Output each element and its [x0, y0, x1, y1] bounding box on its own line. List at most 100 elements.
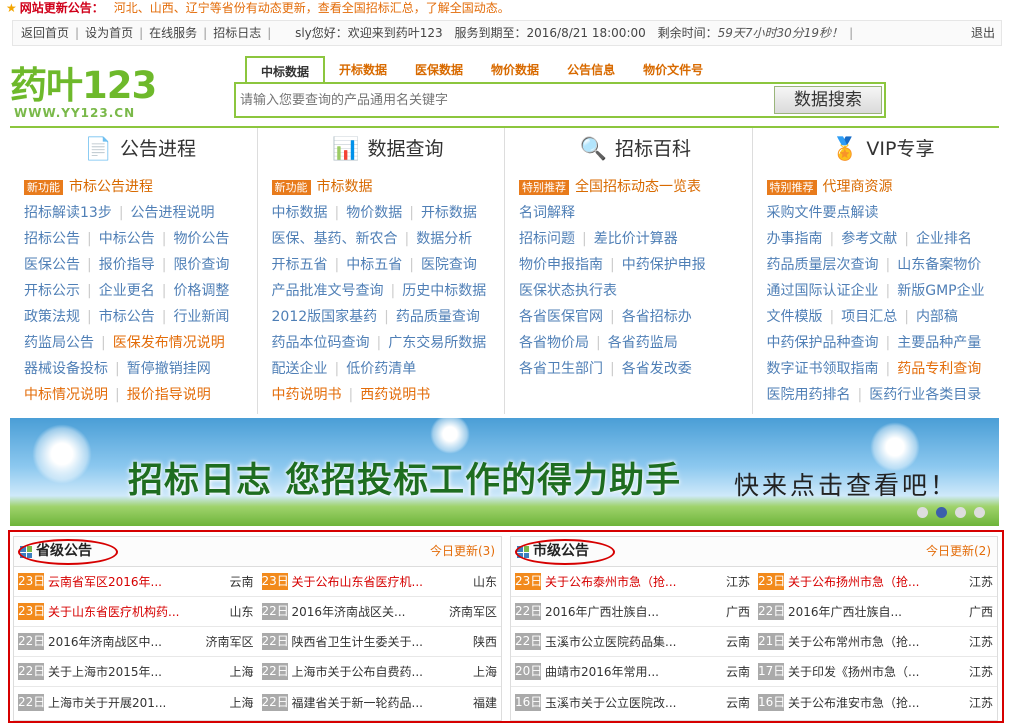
carousel-dot[interactable] — [955, 507, 966, 518]
nav-link[interactable]: 招标问题 — [519, 231, 575, 247]
nav-link[interactable]: 医药行业各类目录 — [869, 387, 981, 403]
nav-link[interactable]: 各省发改委 — [622, 361, 692, 377]
carousel-dot-active[interactable] — [936, 507, 947, 518]
notice-title-link[interactable]: 关于公布扬州市急（抢... — [788, 573, 965, 590]
notice-item[interactable]: 23日 关于山东省医疗机构药... 山东 — [14, 603, 258, 620]
nav-link[interactable]: 药品专利查询 — [897, 361, 981, 377]
nav-link[interactable]: 医保发布情况说明 — [113, 335, 225, 351]
nav-link[interactable]: 中药保护申报 — [622, 257, 706, 273]
home-link[interactable]: 返回首页 — [21, 26, 69, 40]
column-title[interactable]: 公告进程 — [120, 138, 196, 160]
notice-title-link[interactable]: 玉溪市公立医院药品集... — [545, 633, 722, 650]
nav-link[interactable]: 招标公告 — [24, 231, 80, 247]
bid-log-link[interactable]: 招标日志 — [213, 26, 261, 40]
notice-item[interactable]: 22日 上海市关于开展201... 上海 — [14, 693, 258, 711]
notice-title-link[interactable]: 陕西省卫生计生委关于... — [292, 633, 469, 650]
nav-link[interactable]: 西药说明书 — [360, 387, 430, 403]
notice-item[interactable]: 22日 2016年济南战区关... 济南军区 — [258, 603, 502, 620]
nav-link[interactable]: 文件模版 — [767, 309, 823, 325]
nav-link[interactable]: 中标情况说明 — [24, 387, 108, 403]
nav-link[interactable]: 采购文件要点解读 — [767, 205, 879, 221]
notice-title-link[interactable]: 关于公布淮安市急（抢... — [788, 694, 965, 711]
promo-banner[interactable]: 招标日志 您招投标工作的得力助手 快来点击查看吧！ — [10, 418, 999, 526]
nav-link[interactable]: 暂停撤销挂网 — [127, 361, 211, 377]
nav-link[interactable]: 各省物价局 — [519, 335, 589, 351]
notice-item[interactable]: 22日 2016年广西壮族自... 广西 — [754, 603, 997, 620]
nav-link[interactable]: 山东备案物价 — [897, 257, 981, 273]
column-title[interactable]: VIP专享 — [866, 138, 934, 160]
nav-link[interactable]: 行业新闻 — [173, 309, 229, 325]
column-title[interactable]: 数据查询 — [367, 138, 443, 160]
notice-title-link[interactable]: 福建省关于新一轮药品... — [292, 694, 469, 711]
nav-link[interactable]: 低价药清单 — [346, 361, 416, 377]
nav-link[interactable]: 各省医保官网 — [519, 309, 603, 325]
nav-link[interactable]: 政策法规 — [24, 309, 80, 325]
nav-link[interactable]: 医院用药排名 — [767, 387, 851, 403]
notice-item[interactable]: 21日 关于公布常州市急（抢... 江苏 — [754, 633, 997, 650]
search-input[interactable] — [240, 88, 760, 112]
notice-title-link[interactable]: 玉溪市关于公立医院改... — [545, 694, 722, 711]
tab-bid-opening-data[interactable]: 开标数据 — [325, 56, 401, 85]
nav-link[interactable]: 广东交易所数据 — [388, 335, 486, 351]
carousel-dot[interactable] — [974, 507, 985, 518]
nav-link[interactable]: 物价数据 — [346, 205, 402, 221]
notice-item[interactable]: 17日 关于印发《扬州市急（... 江苏 — [754, 663, 997, 680]
announcement-message[interactable]: 河北、山西、辽宁等省份有动态更新，查看全国招标汇总，了解全国动态。 — [114, 1, 510, 15]
nav-link[interactable]: 名词解释 — [519, 205, 575, 221]
nav-link[interactable]: 公告进程说明 — [131, 205, 215, 221]
site-logo[interactable]: 药叶123 WWW.YY123.CN — [10, 66, 160, 124]
notice-title-link[interactable]: 2016年广西壮族自... — [788, 603, 965, 620]
nav-link[interactable]: 中标五省 — [346, 257, 402, 273]
nav-link[interactable]: 药品质量层次查询 — [767, 257, 879, 273]
notice-title-link[interactable]: 关于公布泰州市急（抢... — [545, 573, 722, 590]
nav-link[interactable]: 限价查询 — [173, 257, 229, 273]
column-title[interactable]: 招标百科 — [615, 138, 691, 160]
nav-link[interactable]: 各省卫生部门 — [519, 361, 603, 377]
nav-link[interactable]: 历史中标数据 — [402, 283, 486, 299]
tab-insurance-data[interactable]: 医保数据 — [401, 56, 477, 85]
nav-link[interactable]: 医院查询 — [421, 257, 477, 273]
nav-link[interactable]: 中药说明书 — [272, 387, 342, 403]
nav-link[interactable]: 药品本位码查询 — [272, 335, 370, 351]
nav-link[interactable]: 内部稿 — [916, 309, 958, 325]
nav-link[interactable]: 药监局公告 — [24, 335, 94, 351]
notice-title-link[interactable]: 上海市关于公布自费药... — [292, 663, 469, 680]
feature-link[interactable]: 市标公告进程 — [69, 179, 153, 195]
notice-item[interactable]: 22日 2016年济南战区中... 济南军区 — [14, 633, 258, 650]
nav-link[interactable]: 数字证书领取指南 — [767, 361, 879, 377]
nav-link[interactable]: 招标解读13步 — [24, 205, 112, 221]
nav-link[interactable]: 报价指导说明 — [127, 387, 211, 403]
notice-item[interactable]: 23日 关于公布泰州市急（抢... 江苏 — [511, 573, 754, 590]
notice-item[interactable]: 16日 关于公布淮安市急（抢... 江苏 — [754, 693, 997, 711]
notice-item[interactable]: 22日 2016年广西壮族自... 广西 — [511, 603, 754, 620]
notice-title-link[interactable]: 关于印发《扬州市急（... — [788, 663, 965, 680]
nav-link[interactable]: 开标公示 — [24, 283, 80, 299]
logout-link[interactable]: 退出 — [971, 21, 995, 45]
notice-title-link[interactable]: 2016年广西壮族自... — [545, 603, 722, 620]
tab-notice-info[interactable]: 公告信息 — [553, 56, 629, 85]
nav-link[interactable]: 产品批准文号查询 — [272, 283, 384, 299]
nav-link[interactable]: 新版GMP企业 — [897, 283, 984, 299]
nav-link[interactable]: 各省药监局 — [608, 335, 678, 351]
notice-item[interactable]: 16日 玉溪市关于公立医院改... 云南 — [511, 693, 754, 711]
nav-link[interactable]: 企业更名 — [99, 283, 155, 299]
nav-link[interactable]: 医保公告 — [24, 257, 80, 273]
notice-item[interactable]: 22日 陕西省卫生计生委关于... 陕西 — [258, 633, 502, 650]
update-count[interactable]: 今日更新(3) — [430, 537, 495, 565]
nav-link[interactable]: 数据分析 — [416, 231, 472, 247]
nav-link[interactable]: 物价公告 — [173, 231, 229, 247]
feature-link[interactable]: 代理商资源 — [823, 179, 893, 195]
notice-title-link[interactable]: 云南省军区2016年... — [48, 573, 225, 590]
update-count[interactable]: 今日更新(2) — [926, 537, 991, 565]
notice-item[interactable]: 22日 福建省关于新一轮药品... 福建 — [258, 693, 502, 711]
notice-item[interactable]: 22日 关于上海市2015年... 上海 — [14, 663, 258, 680]
notice-item[interactable]: 23日 云南省军区2016年... 云南 — [14, 573, 258, 590]
notice-item[interactable]: 23日 关于公布山东省医疗机... 山东 — [258, 573, 502, 590]
nav-link[interactable]: 市标公告 — [99, 309, 155, 325]
notice-title-link[interactable]: 关于公布山东省医疗机... — [292, 573, 469, 590]
search-button[interactable]: 数据搜索 — [774, 86, 882, 114]
nav-link[interactable]: 中药保护品种查询 — [767, 335, 879, 351]
nav-link[interactable]: 项目汇总 — [841, 309, 897, 325]
nav-link[interactable]: 开标数据 — [421, 205, 477, 221]
nav-link[interactable]: 主要品种产量 — [897, 335, 981, 351]
